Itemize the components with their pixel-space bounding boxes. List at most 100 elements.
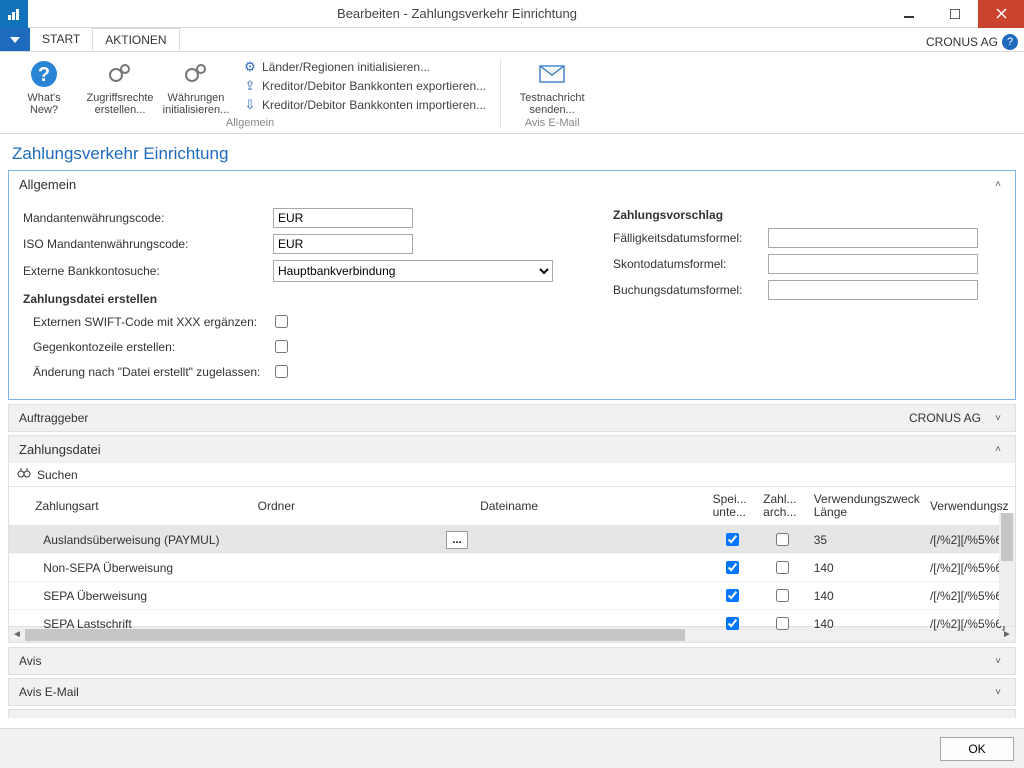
chevron-down-icon: ˅ xyxy=(991,687,1005,698)
titlebar: Bearbeiten - Zahlungsverkehr Einrichtung xyxy=(0,0,1024,28)
gears-icon xyxy=(180,58,212,90)
testmail-button[interactable]: Testnachricht senden... xyxy=(511,54,593,116)
chevron-down-icon: ˅ xyxy=(991,413,1005,424)
col-spei[interactable]: Spei... unte... xyxy=(707,487,758,526)
chevron-down-icon: ˅ xyxy=(991,718,1005,719)
cell-vzl: 140 xyxy=(808,582,924,610)
gegenkonto-label: Gegenkontozeile erstellen: xyxy=(23,340,273,354)
col-zahl[interactable]: Zahl... arch... xyxy=(757,487,808,526)
cell-ordner[interactable] xyxy=(252,554,474,582)
spei-checkbox[interactable] xyxy=(726,589,739,602)
app-icon xyxy=(0,0,28,28)
minimize-button[interactable] xyxy=(886,0,932,28)
ordner-lookup-button[interactable]: ... xyxy=(446,531,468,549)
cell-dateiname xyxy=(474,554,707,582)
spei-checkbox[interactable] xyxy=(726,561,739,574)
ribbon-tabs: START AKTIONEN CRONUS AG ? xyxy=(0,28,1024,52)
panel-auftraggeber[interactable]: Auftraggeber CRONUS AG ˅ xyxy=(8,404,1016,432)
version-value: NCP 8.10 - NAV 2016 xyxy=(865,716,991,718)
cell-ordner[interactable] xyxy=(252,582,474,610)
cell-dateiname xyxy=(474,582,707,610)
table-row[interactable]: SEPA Überweisung140/[/%2][/%5%6] xyxy=(9,582,1015,610)
avis-email-header: Avis E-Mail xyxy=(19,685,79,699)
laender-init-button[interactable]: ⚙ Länder/Regionen initialisieren... xyxy=(238,58,490,76)
swift-checkbox[interactable] xyxy=(275,315,288,328)
panel-allgemein-header[interactable]: Allgemein ˄ xyxy=(9,171,1015,198)
bank-export-button[interactable]: ⇪ Kreditor/Debitor Bankkonten exportiere… xyxy=(238,77,490,95)
document-export-icon: ⇪ xyxy=(242,78,258,94)
mandantenwaehrung-input[interactable] xyxy=(273,208,413,228)
panel-version[interactable]: Version NCP 8.10 - NAV 2016 ˅ xyxy=(8,709,1016,718)
grid-vertical-scrollbar[interactable] xyxy=(999,513,1015,626)
spei-checkbox[interactable] xyxy=(726,533,739,546)
cell-ordner[interactable]: ... xyxy=(252,526,474,554)
table-row[interactable]: Non-SEPA Überweisung140/[/%2][/%5%6] xyxy=(9,554,1015,582)
cell-zahlungsart: SEPA Überweisung xyxy=(29,582,251,610)
window-title: Bearbeiten - Zahlungsverkehr Einrichtung xyxy=(28,6,886,21)
col-ordner[interactable]: Ordner xyxy=(252,487,474,526)
help-icon[interactable]: ? xyxy=(1002,34,1018,50)
footer: OK xyxy=(0,728,1024,768)
zugriffsrechte-button[interactable]: Zugriffsrechte erstellen... xyxy=(86,54,154,116)
cell-zahlungsart: Auslandsüberweisung (PAYMUL) xyxy=(29,526,251,554)
binoculars-icon[interactable] xyxy=(17,467,31,482)
panel-allgemein: Allgemein ˄ Mandantenwährungscode: ISO M… xyxy=(8,170,1016,400)
zahl-checkbox[interactable] xyxy=(776,561,789,574)
iso-label: ISO Mandantenwährungscode: xyxy=(23,237,273,251)
panel-zahlungsdatei: Zahlungsdatei ˄ Suchen Zahlungsart xyxy=(8,435,1016,643)
table-row[interactable]: Auslandsüberweisung (PAYMUL)...35/[/%2][… xyxy=(9,526,1015,554)
faelligkeitsdatum-input[interactable] xyxy=(768,228,978,248)
externe-bankkontosuche-select[interactable]: Hauptbankverbindung xyxy=(273,260,553,282)
chevron-up-icon: ˄ xyxy=(991,444,1005,455)
bank-import-button[interactable]: ⇩ Kreditor/Debitor Bankkonten importiere… xyxy=(238,96,490,114)
close-button[interactable] xyxy=(978,0,1024,28)
col-dateiname[interactable]: Dateiname xyxy=(474,487,707,526)
version-header: Version xyxy=(19,716,59,718)
faellig-label: Fälligkeitsdatumsformel: xyxy=(613,231,768,245)
buchungsdatum-input[interactable] xyxy=(768,280,978,300)
externe-label: Externe Bankkontosuche: xyxy=(23,264,273,278)
zahlungsvorschlag-subhead: Zahlungsvorschlag xyxy=(613,208,1001,222)
chevron-up-icon: ˄ xyxy=(991,179,1005,190)
swift-label: Externen SWIFT-Code mit XXX ergänzen: xyxy=(23,315,273,329)
zahl-checkbox[interactable] xyxy=(776,589,789,602)
ribbon-group-avisemail: Avis E-Mail xyxy=(525,117,580,131)
question-circle-icon: ? xyxy=(28,58,60,90)
suchen-label[interactable]: Suchen xyxy=(37,468,78,482)
whats-new-button[interactable]: ? What's New? xyxy=(10,54,78,116)
grid-horizontal-scrollbar[interactable]: ◄ ► xyxy=(9,626,1015,642)
cell-zahlungsart: Non-SEPA Überweisung xyxy=(29,554,251,582)
ribbon-group-allgemein: Allgemein xyxy=(226,117,274,131)
panel-avis-email[interactable]: Avis E-Mail ˅ xyxy=(8,678,1016,706)
waehrungen-button[interactable]: Währungen initialisieren... xyxy=(162,54,230,116)
panel-zahlungsdatei-header[interactable]: Zahlungsdatei ˄ xyxy=(9,436,1015,463)
content-area: Allgemein ˄ Mandantenwährungscode: ISO M… xyxy=(0,170,1024,718)
company-label: CRONUS AG xyxy=(926,35,998,49)
auftraggeber-header: Auftraggeber xyxy=(19,411,88,425)
tab-aktionen[interactable]: AKTIONEN xyxy=(92,28,179,51)
page-title: Zahlungsverkehr Einrichtung xyxy=(0,134,1024,170)
panel-avis[interactable]: Avis ˅ xyxy=(8,647,1016,675)
mail-icon xyxy=(536,58,568,90)
tab-start[interactable]: START xyxy=(30,28,92,51)
document-import-icon: ⇩ xyxy=(242,97,258,113)
zahlungsdatei-grid[interactable]: Zahlungsart Ordner Dateiname Spei... unt… xyxy=(9,487,1015,638)
file-tab[interactable] xyxy=(0,28,30,51)
auftraggeber-value: CRONUS AG xyxy=(909,411,991,425)
buchung-label: Buchungsdatumsformel: xyxy=(613,283,768,297)
company-indicator[interactable]: CRONUS AG ? xyxy=(926,28,1024,51)
zahl-checkbox[interactable] xyxy=(776,533,789,546)
col-zahlungsart[interactable]: Zahlungsart xyxy=(29,487,251,526)
ok-button[interactable]: OK xyxy=(940,737,1014,761)
iso-mandantenwaehrung-input[interactable] xyxy=(273,234,413,254)
maximize-button[interactable] xyxy=(932,0,978,28)
gegenkonto-checkbox[interactable] xyxy=(275,340,288,353)
skontodatum-input[interactable] xyxy=(768,254,978,274)
cell-dateiname xyxy=(474,526,707,554)
ribbon: ? What's New? Zugriffsrechte erstellen..… xyxy=(0,52,1024,134)
skonto-label: Skontodatumsformel: xyxy=(613,257,768,271)
col-vzl[interactable]: Verwendungszweck Länge xyxy=(808,487,924,526)
aenderung-checkbox[interactable] xyxy=(275,365,288,378)
avis-header: Avis xyxy=(19,654,41,668)
document-gear-icon: ⚙ xyxy=(242,59,258,75)
